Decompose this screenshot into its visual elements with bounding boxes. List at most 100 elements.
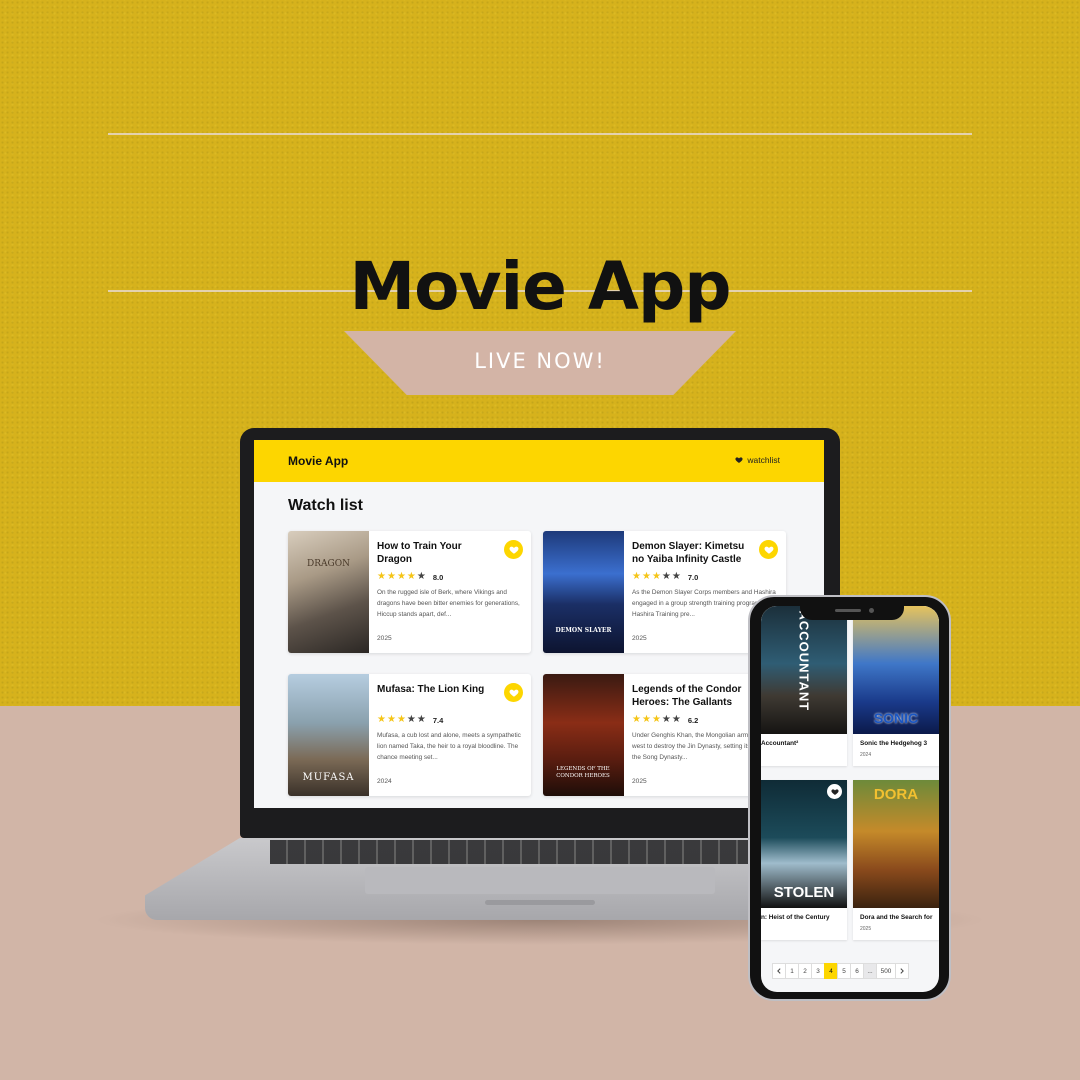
star-icon: ★ (416, 571, 426, 582)
star-rating: ★ ★ ★ ★ ★ 7.4 (377, 715, 443, 725)
movie-title: Accountant² (761, 740, 799, 747)
rating-value: 7.4 (432, 715, 444, 725)
movie-poster: STOLEN (761, 780, 847, 908)
star-rating: ★ ★ ★ ★ ★ 8.0 (377, 572, 443, 582)
mobile-screen: ACCOUNTANT Accountant² SONIC Sonic the H… (761, 606, 939, 992)
star-icon: ★ (377, 571, 386, 582)
star-icon: ★ (406, 714, 416, 725)
movie-year: 2025 (632, 778, 647, 785)
poster-title-text: SONIC (873, 710, 919, 726)
add-favorite-button[interactable] (827, 784, 842, 799)
star-icon: ★ (386, 571, 396, 582)
star-icon: ★ (377, 714, 386, 725)
movie-title: n: Heist of the Century (761, 914, 830, 921)
movie-poster: SONIC (853, 606, 939, 734)
mobile-movie-card[interactable]: STOLEN n: Heist of the Century (761, 780, 847, 940)
heart-icon (509, 546, 518, 554)
chevron-left-icon (777, 968, 781, 974)
hero-title: Movie App (349, 248, 732, 325)
next-page-button[interactable] (895, 963, 909, 979)
star-icon: ★ (396, 571, 406, 582)
star-icon: ★ (641, 714, 651, 725)
poster-title-text: STOLEN (773, 884, 835, 901)
rating-value: 6.2 (687, 715, 699, 725)
page-button-active[interactable]: 4 (824, 963, 838, 979)
star-icon: ★ (671, 571, 681, 582)
movie-year: 2024 (860, 752, 872, 758)
mobile-movie-card[interactable]: ACCOUNTANT Accountant² (761, 606, 847, 766)
star-icon: ★ (641, 571, 651, 582)
star-icon: ★ (661, 571, 671, 582)
star-rating: ★ ★ ★ ★ ★ 6.2 (632, 715, 698, 725)
star-icon: ★ (632, 714, 641, 725)
page-button[interactable]: 500 (876, 963, 896, 979)
watchlist-link-label: watchlist (747, 455, 780, 465)
page-ellipsis: ... (863, 963, 877, 979)
movie-description: On the rugged isle of Berk, where Viking… (377, 589, 520, 618)
laptop-keyboard (270, 840, 810, 864)
phone-speaker (835, 609, 861, 612)
movie-title: Legends of the Condor Heroes: The Gallan… (632, 684, 742, 708)
live-badge-text: LIVE NOW! (474, 349, 606, 373)
movie-title: Sonic the Hedgehog 3 (860, 740, 928, 747)
movie-year: 2025 (632, 635, 647, 642)
page-button[interactable]: 6 (850, 963, 864, 979)
rating-value: 8.0 (432, 572, 444, 582)
movie-poster: DRAGON (288, 531, 369, 653)
heart-icon (830, 788, 839, 795)
star-icon: ★ (396, 714, 406, 725)
movie-poster: LEGENDS OF THE CONDOR HEROES (543, 674, 624, 796)
mobile-movie-card[interactable]: SONIC Sonic the Hedgehog 3 2024 (853, 606, 939, 766)
movie-poster: ACCOUNTANT (761, 606, 847, 734)
page-title: Watch list (288, 497, 363, 514)
rating-value: 7.0 (687, 572, 699, 582)
heart-icon (764, 546, 773, 554)
star-icon: ★ (651, 571, 661, 582)
poster-title-text: ACCOUNTANT (796, 610, 812, 712)
phone-camera (869, 608, 874, 613)
movie-year: 2025 (377, 635, 392, 642)
star-icon: ★ (416, 714, 426, 725)
desktop-navbar: Movie App watchlist (254, 440, 824, 482)
poster-title-text: DRAGON (307, 559, 350, 569)
heart-icon (735, 457, 743, 463)
laptop-groove (485, 900, 595, 905)
movie-card[interactable]: DRAGON How to Train Your Dragon ★ ★ ★ ★ ★ 8.… (288, 531, 531, 653)
divider-line-top (108, 133, 972, 135)
star-icon: ★ (671, 714, 681, 725)
remove-favorite-button[interactable] (504, 540, 523, 559)
star-icon: ★ (632, 571, 641, 582)
star-icon: ★ (406, 571, 416, 582)
watchlist-link[interactable]: watchlist (735, 455, 780, 465)
heart-icon (509, 689, 518, 697)
poster-title-text: DEMON SLAYER (555, 627, 612, 634)
star-icon: ★ (651, 714, 661, 725)
movie-card[interactable]: MUFASA Mufasa: The Lion King ★ ★ ★ ★ ★ 7.4 M… (288, 674, 531, 796)
page-button[interactable]: 5 (837, 963, 851, 979)
remove-favorite-button[interactable] (759, 540, 778, 559)
desktop-screen: Movie App watchlist Watch list DRAGON Ho… (254, 440, 824, 808)
pagination: 1 2 3 4 5 6 ... 500 (772, 963, 909, 979)
movie-title: Mufasa: The Lion King (377, 684, 485, 695)
navbar-brand[interactable]: Movie App (288, 454, 348, 468)
movie-poster: DORA (853, 780, 939, 908)
movie-year: 2025 (860, 926, 872, 932)
page-button[interactable]: 3 (811, 963, 825, 979)
movie-poster: MUFASA (288, 674, 369, 796)
star-icon: ★ (386, 714, 396, 725)
movie-title: How to Train Your Dragon (377, 541, 462, 565)
movie-title: Dora and the Search for (860, 914, 933, 921)
poster-title-text: DORA (873, 786, 919, 803)
movie-year: 2024 (377, 778, 392, 785)
poster-title-text: LEGENDS OF THE CONDOR HEROES (556, 766, 610, 779)
prev-page-button[interactable] (772, 963, 786, 979)
mobile-movie-card[interactable]: DORA Dora and the Search for 2025 (853, 780, 939, 940)
star-icon: ★ (661, 714, 671, 725)
chevron-right-icon (900, 968, 904, 974)
page-button[interactable]: 2 (798, 963, 812, 979)
movie-title: Demon Slayer: Kimetsu no Yaiba Infinity … (632, 541, 745, 565)
movie-poster: DEMON SLAYER (543, 531, 624, 653)
movie-description: Mufasa, a cub lost and alone, meets a sy… (377, 732, 521, 761)
page-button[interactable]: 1 (785, 963, 799, 979)
remove-favorite-button[interactable] (504, 683, 523, 702)
